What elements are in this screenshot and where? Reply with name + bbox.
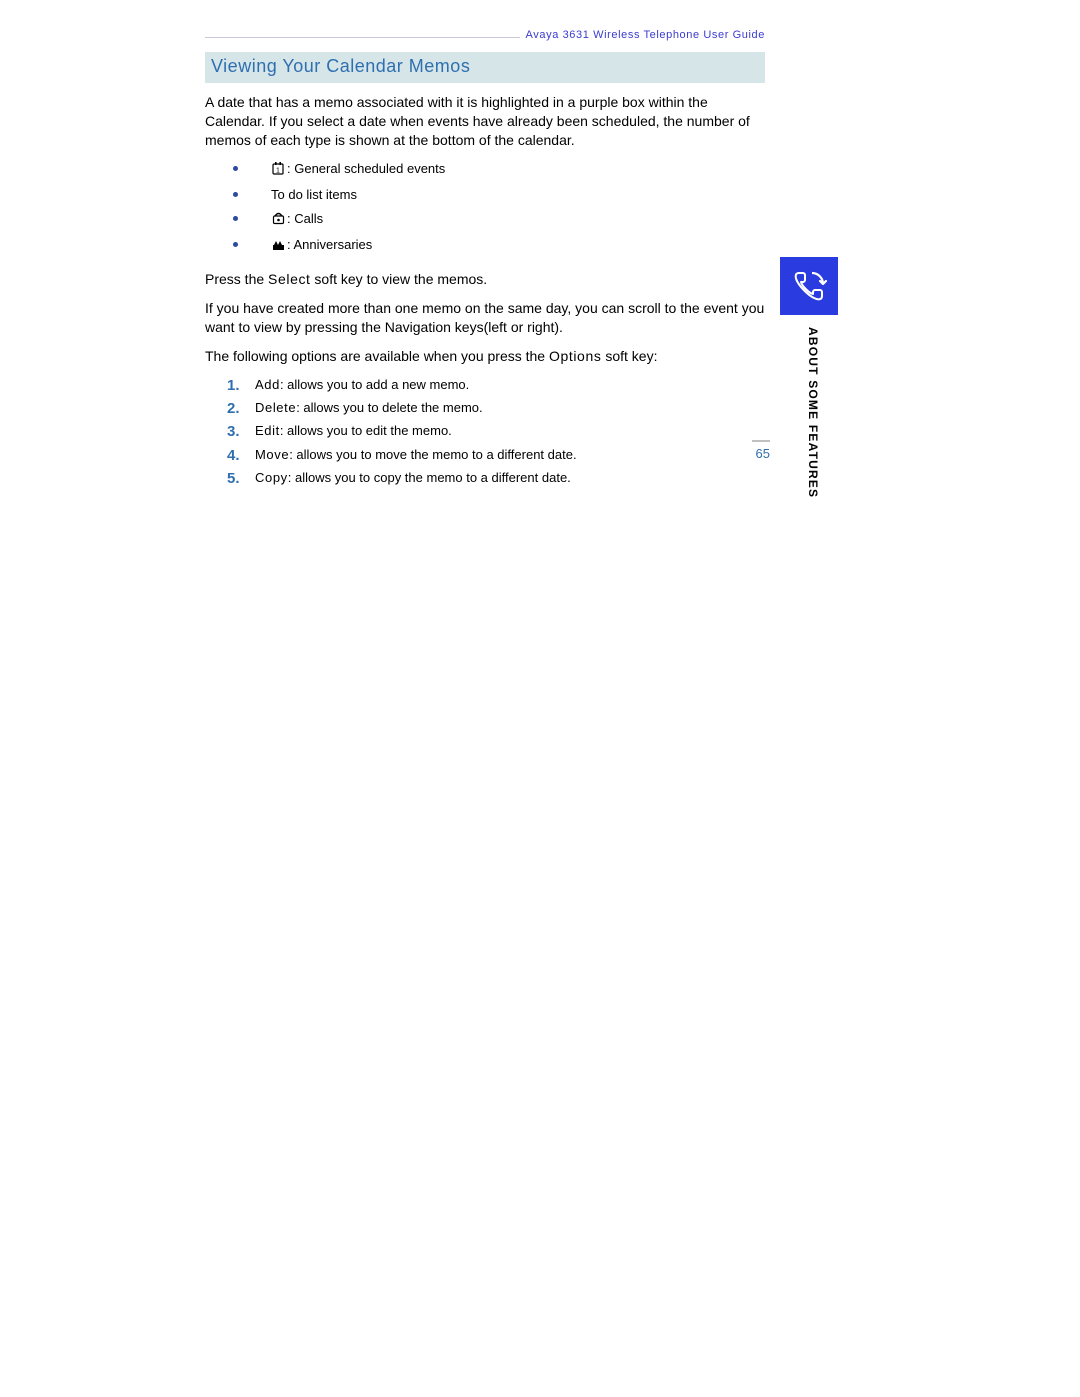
side-tab-label: ABOUT SOME FEATURES [806, 327, 820, 498]
phone-sync-icon [780, 257, 838, 315]
list-item: Copy: allows you to copy the memo to a d… [227, 469, 765, 487]
page: Avaya 3631 Wireless Telephone User Guide… [0, 0, 1080, 1397]
text: soft key to view the memos. [311, 271, 488, 287]
memo-type-list: 1 : General scheduled events To do list … [233, 160, 765, 257]
list-item: Delete: allows you to delete the memo. [227, 399, 765, 417]
option-desc: : allows you to copy the memo to a diffe… [288, 470, 571, 485]
text: The following options are available when… [205, 348, 549, 364]
softkey-name: Select [268, 271, 311, 287]
option-term: Move [255, 447, 289, 462]
options-intro-paragraph: The following options are available when… [205, 347, 765, 366]
svg-text:1: 1 [276, 167, 280, 174]
list-item-text: : General scheduled events [287, 161, 445, 176]
page-number-block: 65 [740, 440, 770, 461]
phone-icon [271, 212, 285, 230]
option-term: Add [255, 377, 280, 392]
guide-title: Avaya 3631 Wireless Telephone User Guide [520, 29, 765, 41]
list-item-text: : Calls [287, 211, 323, 226]
list-item: To do list items [233, 186, 765, 204]
option-desc: : allows you to edit the memo. [280, 423, 452, 438]
text: Press the [205, 271, 268, 287]
page-number: 65 [740, 446, 770, 461]
option-desc: : allows you to delete the memo. [296, 400, 482, 415]
option-term: Edit [255, 423, 280, 438]
option-term: Copy [255, 470, 288, 485]
intro-paragraph: A date that has a memo associated with i… [205, 93, 765, 150]
text: soft key: [601, 348, 657, 364]
list-item-text: : Anniversaries [287, 237, 372, 252]
list-item-text: To do list items [271, 187, 357, 202]
option-term: Delete [255, 400, 296, 415]
main-content: Avaya 3631 Wireless Telephone User Guide… [205, 28, 765, 492]
list-item: 1 : General scheduled events [233, 160, 765, 180]
page-number-rule [752, 440, 770, 442]
calendar-event-icon: 1 [271, 162, 285, 180]
press-select-paragraph: Press the Select soft key to view the me… [205, 270, 765, 289]
running-header: Avaya 3631 Wireless Telephone User Guide [205, 28, 765, 46]
list-item: : Anniversaries [233, 236, 765, 256]
anniversary-icon [271, 238, 285, 256]
option-desc: : allows you to move the memo to a diffe… [289, 447, 576, 462]
softkey-name: Options [549, 348, 601, 364]
scroll-note-paragraph: If you have created more than one memo o… [205, 299, 765, 337]
option-desc: : allows you to add a new memo. [280, 377, 469, 392]
options-list: Add: allows you to add a new memo. Delet… [227, 376, 765, 487]
section-heading: Viewing Your Calendar Memos [205, 52, 765, 83]
list-item: Move: allows you to move the memo to a d… [227, 446, 765, 464]
side-tab: ABOUT SOME FEATURES [780, 257, 838, 498]
list-item: Edit: allows you to edit the memo. [227, 422, 765, 440]
list-item: : Calls [233, 210, 765, 230]
list-item: Add: allows you to add a new memo. [227, 376, 765, 394]
